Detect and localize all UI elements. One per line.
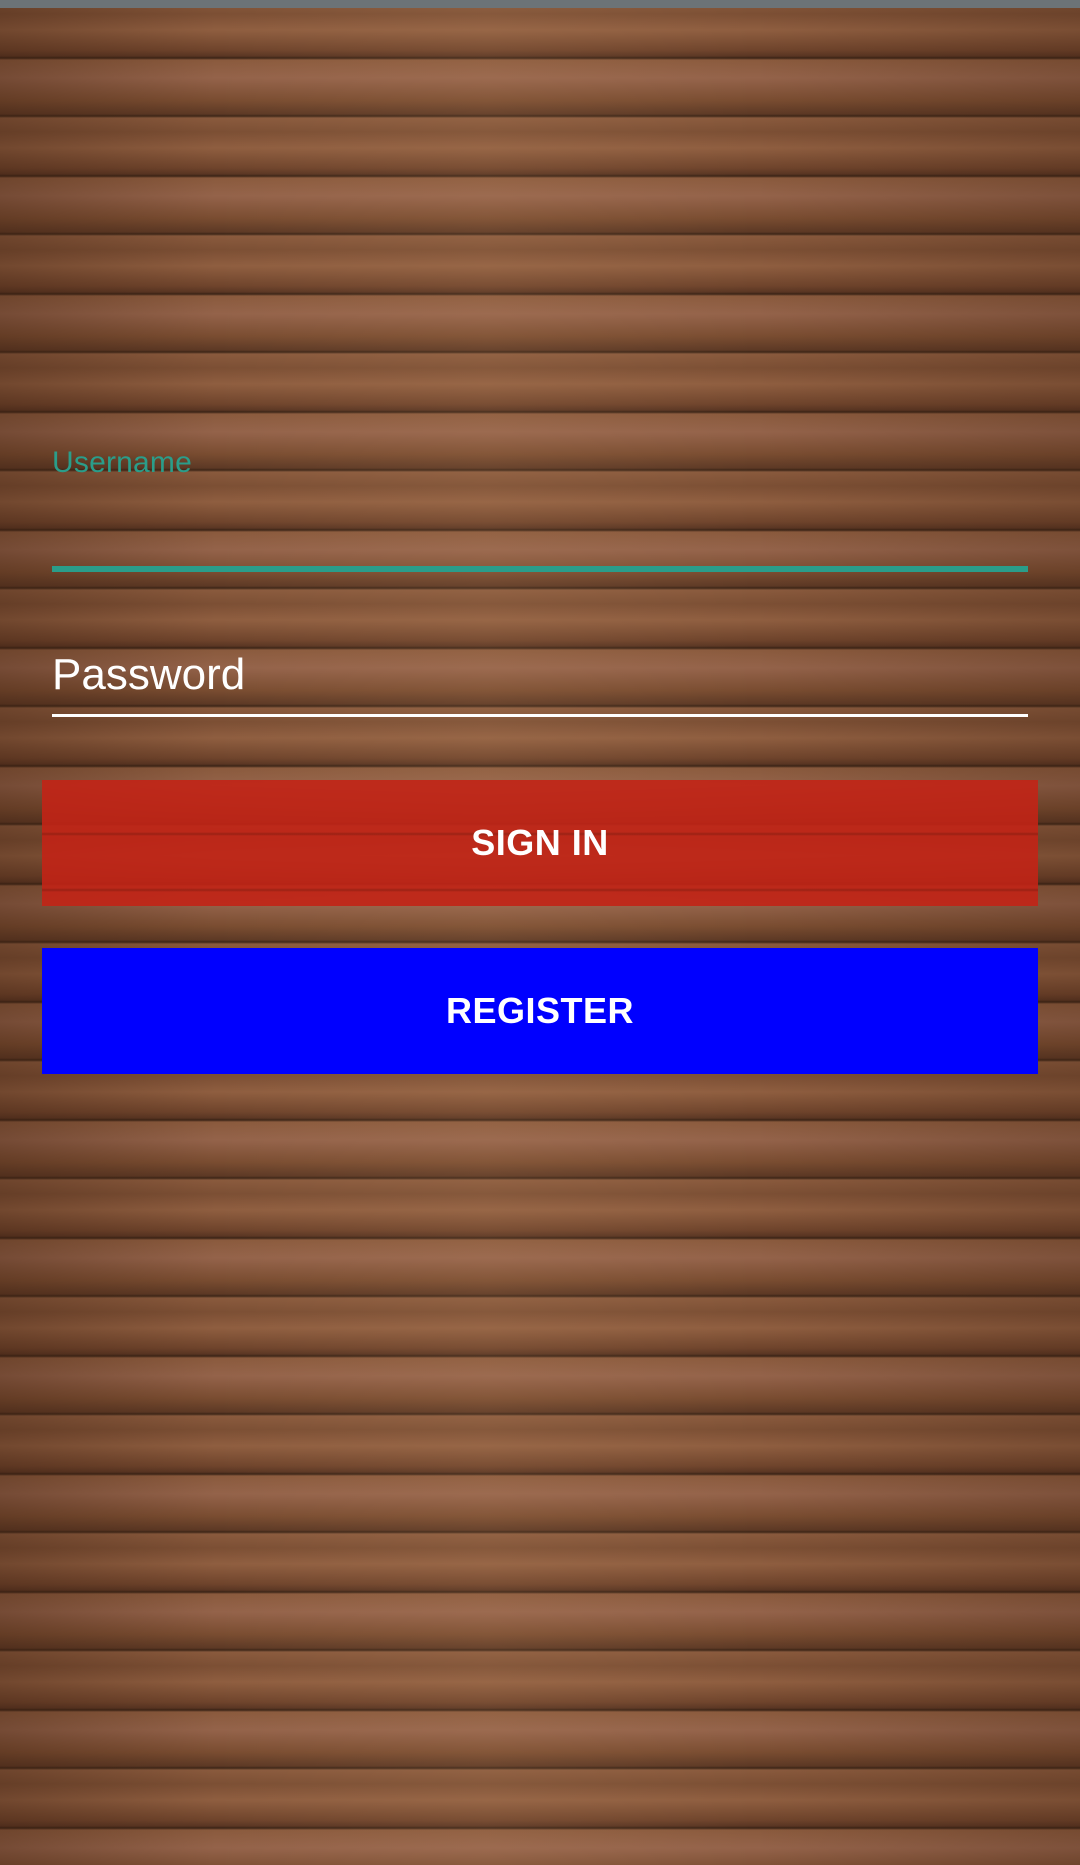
password-field[interactable]	[52, 640, 1028, 720]
register-button[interactable]: REGISTER	[42, 948, 1038, 1074]
password-underline	[52, 714, 1028, 717]
status-bar	[0, 0, 1080, 8]
username-field[interactable]: Username	[52, 440, 1028, 580]
password-input[interactable]	[52, 640, 1028, 710]
username-underline	[52, 566, 1028, 572]
sign-in-button[interactable]: SIGN IN	[42, 780, 1038, 906]
username-label: Username	[52, 446, 192, 479]
username-input[interactable]	[52, 496, 1028, 556]
